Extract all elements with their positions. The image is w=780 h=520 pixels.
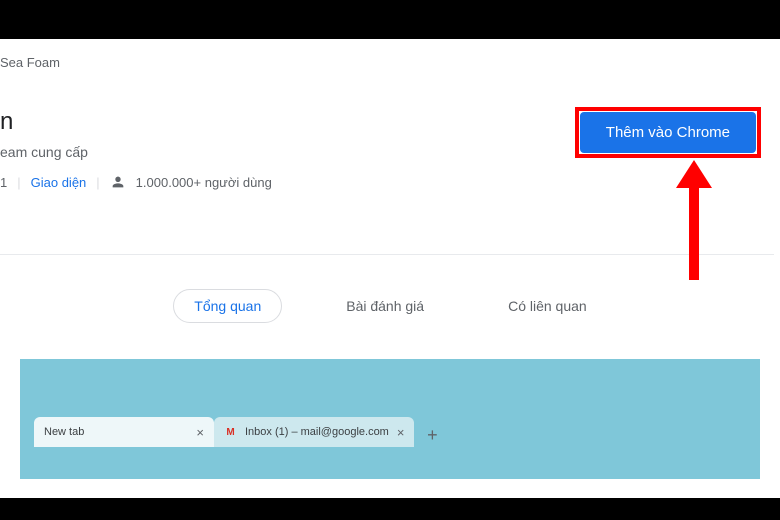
users-count: 1.000.000+ người dùng bbox=[136, 175, 272, 190]
title-block: n eam cung cấp 1 | Giao diện | 1.000.000… bbox=[0, 108, 576, 214]
preview-tab-inbox: M Inbox (1) – mail@google.com × bbox=[214, 417, 414, 447]
detail-tabs: Tổng quan Bài đánh giá Có liên quan bbox=[0, 255, 780, 359]
plus-icon: + bbox=[420, 423, 444, 447]
page-title: n bbox=[0, 108, 576, 136]
chrome-web-store-window: Sea Foam n eam cung cấp 1 | Giao diện | … bbox=[0, 39, 780, 498]
breadcrumb[interactable]: Sea Foam bbox=[0, 39, 780, 78]
tab-overview[interactable]: Tổng quan bbox=[173, 289, 282, 323]
provider-text: eam cung cấp bbox=[0, 144, 576, 160]
preview-tabbar: New tab × M Inbox (1) – mail@google.com … bbox=[34, 411, 746, 447]
tab-label: New tab bbox=[44, 426, 84, 438]
rating-fragment: 1 bbox=[0, 175, 7, 190]
theme-preview: New tab × M Inbox (1) – mail@google.com … bbox=[20, 359, 760, 479]
preview-tab-newtab: New tab × bbox=[34, 417, 214, 447]
tab-label: Inbox (1) – mail@google.com bbox=[245, 426, 389, 438]
listing-header: n eam cung cấp 1 | Giao diện | 1.000.000… bbox=[0, 78, 780, 214]
close-icon: × bbox=[397, 425, 405, 440]
user-icon bbox=[110, 174, 126, 190]
close-icon: × bbox=[196, 425, 204, 440]
add-button-container: Thêm vào Chrome bbox=[576, 108, 760, 157]
gmail-icon: M bbox=[224, 426, 237, 439]
add-to-chrome-button[interactable]: Thêm vào Chrome bbox=[580, 112, 756, 153]
separator: | bbox=[17, 175, 20, 190]
separator: | bbox=[96, 175, 99, 190]
category-link[interactable]: Giao diện bbox=[31, 175, 87, 190]
tab-related[interactable]: Có liên quan bbox=[488, 290, 607, 322]
tab-reviews[interactable]: Bài đánh giá bbox=[326, 290, 444, 322]
meta-row: 1 | Giao diện | 1.000.000+ người dùng bbox=[0, 174, 576, 214]
